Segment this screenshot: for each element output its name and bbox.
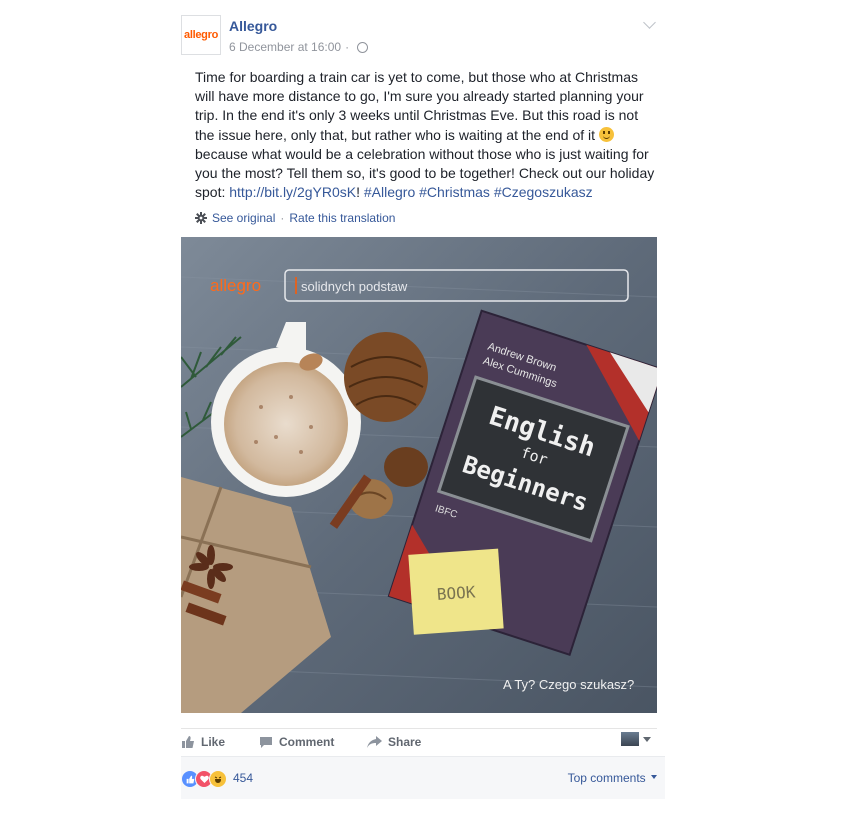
timestamp[interactable]: 6 December at 16:00 — [229, 40, 341, 54]
post-link[interactable]: http://bit.ly/2gYR0sK — [229, 184, 356, 200]
photo-illustration: allegro solidnych podstaw Andrew Brown A… — [181, 237, 657, 713]
sticky-note-text: BOOK — [436, 582, 476, 604]
chevron-down-icon[interactable] — [643, 16, 656, 29]
comment-icon — [260, 736, 272, 748]
smiley-emoji-icon — [598, 126, 614, 142]
rate-translation-link[interactable]: Rate this translation — [289, 211, 395, 225]
gear-icon[interactable] — [195, 212, 207, 224]
author-name[interactable]: Allegro — [229, 18, 277, 34]
like-button[interactable]: Like — [181, 735, 225, 749]
hashtag-christmas[interactable]: #Christmas — [419, 184, 490, 200]
share-icon — [367, 735, 382, 748]
reaction-summary: 454 Top comments — [181, 756, 665, 799]
see-original-link[interactable]: See original — [212, 211, 275, 225]
like-label: Like — [201, 735, 226, 749]
top-comments-dropdown[interactable]: Top comments — [568, 771, 657, 785]
reaction-icons[interactable] — [181, 770, 227, 788]
photo-search-text: solidnych podstaw — [301, 279, 408, 294]
share-button[interactable]: Share — [367, 735, 421, 749]
top-comments-label: Top comments — [567, 771, 646, 785]
share-label: Share — [388, 735, 422, 749]
allegro-logo: allegro — [184, 29, 218, 41]
action-bar: Like Comment Share — [181, 728, 657, 757]
post-as-selector[interactable] — [621, 732, 651, 746]
caret-down-icon — [651, 775, 657, 779]
reaction-count[interactable]: 454 — [233, 771, 253, 785]
comment-label: Comment — [279, 735, 335, 749]
post-meta: 6 December at 16:00 · — [229, 40, 369, 54]
hashtag-allegro[interactable]: #Allegro — [364, 184, 415, 200]
translation-bar: See original · Rate this translation — [195, 211, 395, 225]
post-photo[interactable]: allegro solidnych podstaw Andrew Brown A… — [181, 237, 657, 713]
comment-button[interactable]: Comment — [259, 735, 334, 749]
photo-logo: allegro — [210, 276, 261, 295]
photo-caption: A Ty? Czego szukasz? — [503, 677, 634, 692]
globe-icon[interactable] — [357, 41, 369, 53]
separator: · — [345, 40, 350, 54]
page-thumbnail — [621, 732, 639, 746]
thumbs-up-icon — [182, 736, 194, 748]
page-avatar[interactable]: allegro — [181, 15, 221, 55]
haha-reaction-icon — [209, 770, 227, 788]
translation-separator: · — [280, 211, 285, 225]
post-text: Time for boarding a train car is yet to … — [195, 69, 655, 201]
caret-down-icon — [643, 736, 651, 742]
hashtag-czegoszukasz[interactable]: #Czegoszukasz — [494, 184, 593, 200]
